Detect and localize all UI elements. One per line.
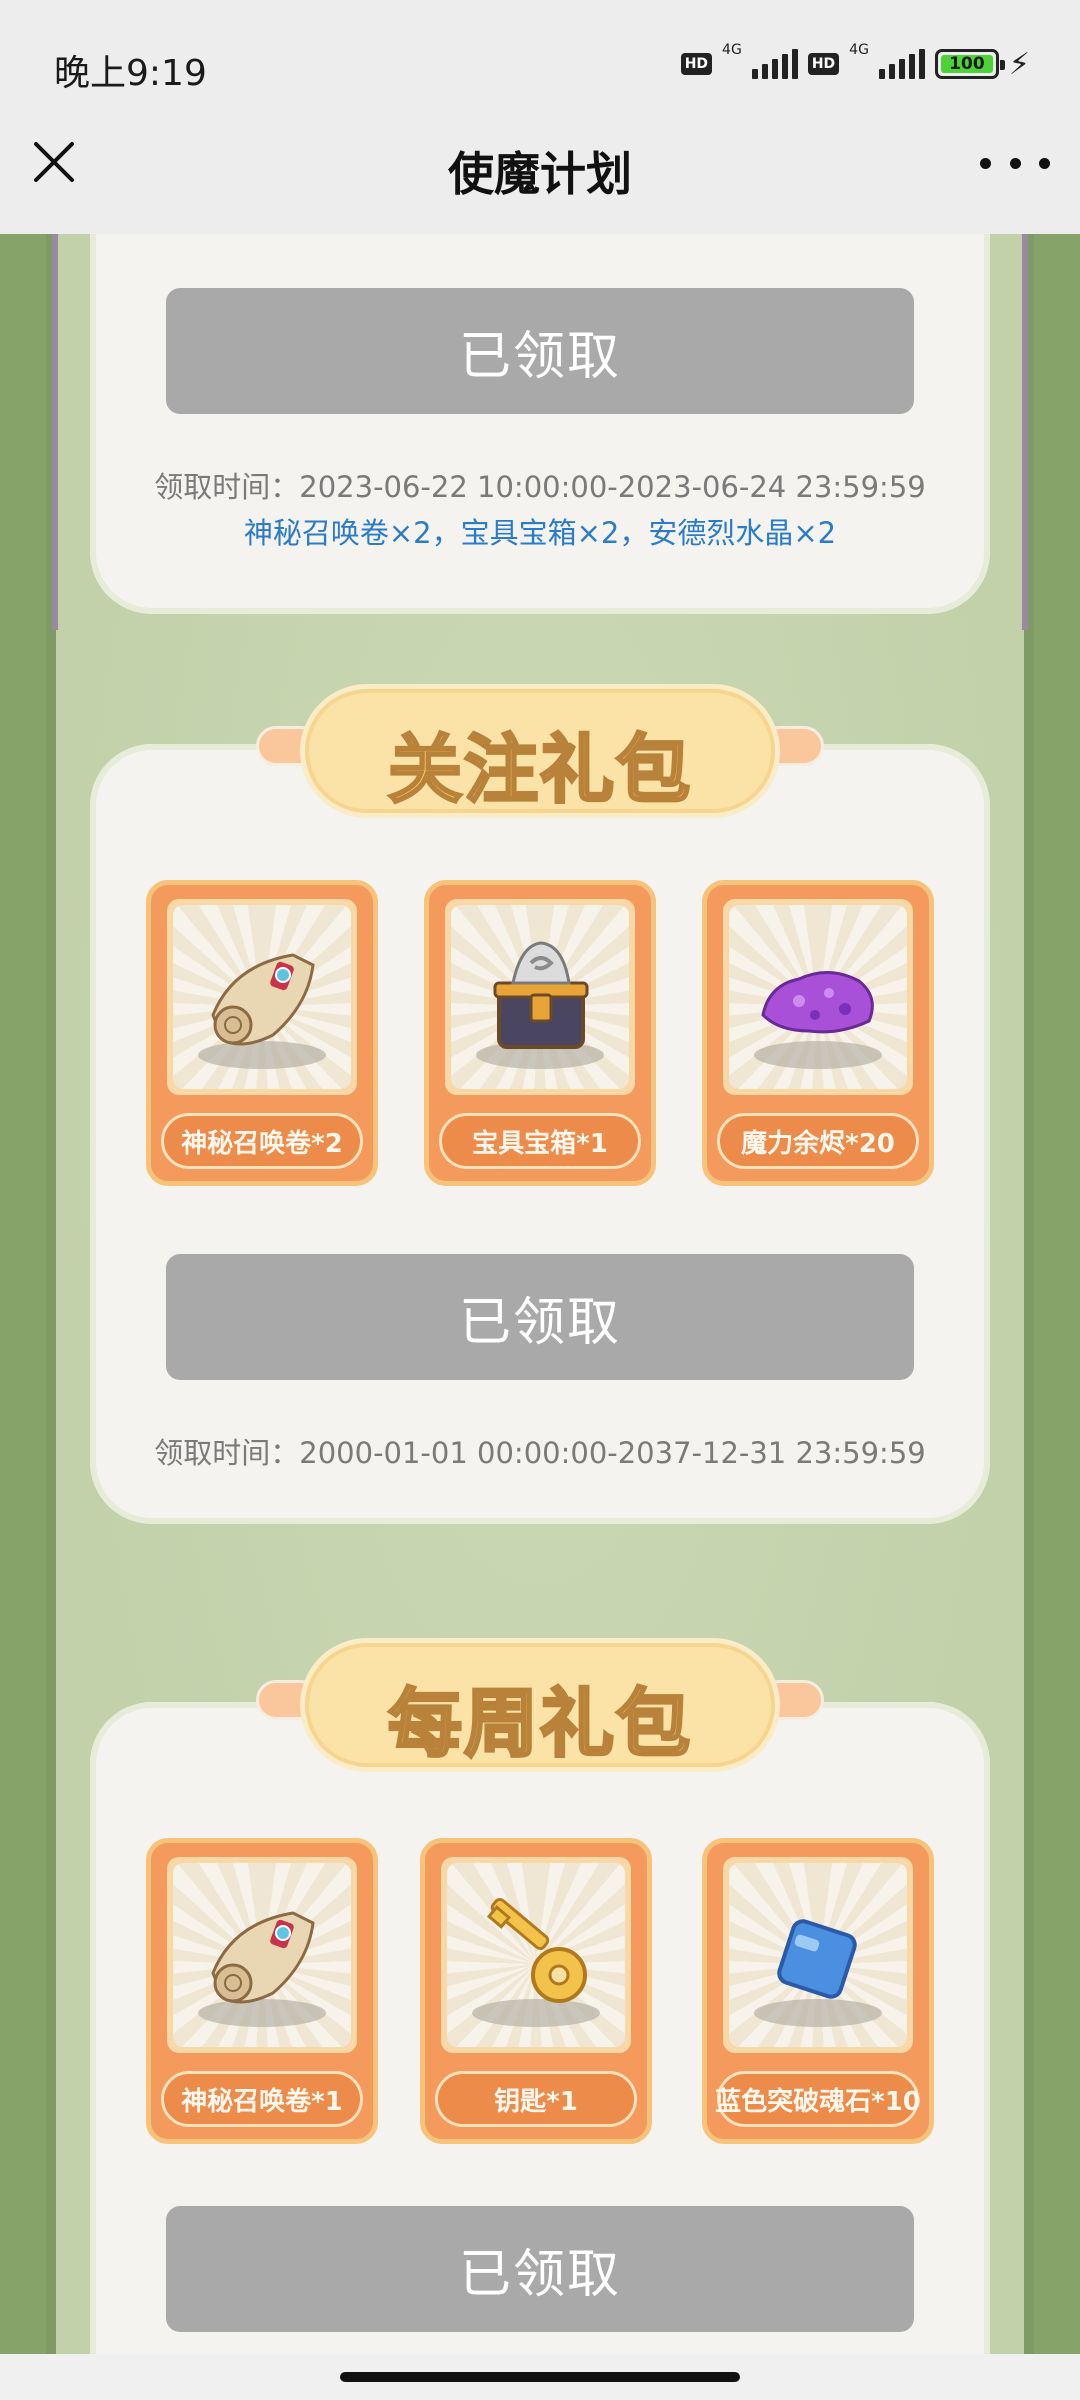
network-type: 4G <box>722 42 742 58</box>
treasure-chest-icon <box>476 941 604 1069</box>
battery-level: 100 <box>949 54 985 74</box>
item-row: 神秘召唤卷*2 宝具宝箱*1 魔力余烬*20 <box>146 880 936 1190</box>
item-row: 神秘召唤卷*1 钥匙*1 蓝色突破魂石*10 <box>146 1838 936 2148</box>
reward-item: 蓝色突破魂石*10 <box>702 1838 934 2144</box>
signal-icon <box>878 49 925 79</box>
claimed-button[interactable]: 已领取 <box>166 288 914 414</box>
status-time: 晚上9:19 <box>54 53 207 94</box>
item-label: 神秘召唤卷*1 <box>161 2071 363 2127</box>
status-icons: HD 4G HD 4G 100 ⚡ <box>680 42 1030 84</box>
item-label: 神秘召唤卷*2 <box>161 1113 363 1169</box>
key-icon <box>472 1897 600 2027</box>
reward-summary: 神秘召唤卷×2，宝具宝箱×2，安德烈水晶×2 <box>243 516 837 550</box>
scroll-icon <box>198 953 326 1069</box>
section-banner-weekly: 每周礼包 <box>256 1638 824 1778</box>
reward-item: 神秘召唤卷*2 <box>146 880 378 1186</box>
item-label: 魔力余烬*20 <box>717 1113 919 1169</box>
charging-icon: ⚡ <box>1008 46 1030 82</box>
gift-card-weekly: 神秘召唤卷*1 钥匙*1 蓝色突破魂石*10 已领取 <box>90 1702 990 2354</box>
hd-badge: HD <box>680 53 713 75</box>
more-button[interactable] <box>980 138 1050 188</box>
reward-item: 神秘召唤卷*1 <box>146 1838 378 2144</box>
section-title: 每周礼包 <box>387 1680 692 1769</box>
section-banner-follow: 关注礼包 <box>256 684 824 824</box>
signal-icon <box>751 49 798 79</box>
item-label: 蓝色突破魂石*10 <box>715 2071 921 2127</box>
page-title: 使魔计划 <box>448 147 632 201</box>
battery-icon: 100 <box>934 49 1005 79</box>
reward-item: 钥匙*1 <box>420 1838 652 2144</box>
scroll-icon <box>198 1911 326 2027</box>
hd-badge: HD <box>807 53 840 75</box>
section-title: 关注礼包 <box>387 726 692 815</box>
network-type: 4G <box>849 42 869 58</box>
more-dots-icon <box>980 157 991 169</box>
content-area[interactable]: 已领取 领取时间：2023-06-22 10:00:00-2023-06-24 … <box>0 234 1080 2354</box>
nav-bar: 使魔计划 <box>0 110 1080 234</box>
item-label: 宝具宝箱*1 <box>439 1113 641 1169</box>
blue-stone-icon <box>754 1919 882 2027</box>
item-label: 钥匙*1 <box>435 2071 637 2127</box>
reward-item: 魔力余烬*20 <box>702 880 934 1186</box>
claimed-button[interactable]: 已领取 <box>166 2206 914 2332</box>
claimed-button[interactable]: 已领取 <box>166 1254 914 1380</box>
home-indicator[interactable] <box>340 2372 740 2382</box>
reward-item: 宝具宝箱*1 <box>424 880 656 1186</box>
gesture-area <box>0 2354 1080 2400</box>
gift-card-previous: 已领取 领取时间：2023-06-22 10:00:00-2023-06-24 … <box>90 234 990 614</box>
claim-time: 领取时间：2023-06-22 10:00:00-2023-06-24 23:5… <box>154 470 926 504</box>
gift-card-follow: 神秘召唤卷*2 宝具宝箱*1 魔力余烬*20 已领取 领取时间：2000-01-… <box>90 744 990 1524</box>
claim-time: 领取时间：2000-01-01 00:00:00-2037-12-31 23:5… <box>154 1436 926 1470</box>
purple-ore-icon <box>754 970 882 1069</box>
